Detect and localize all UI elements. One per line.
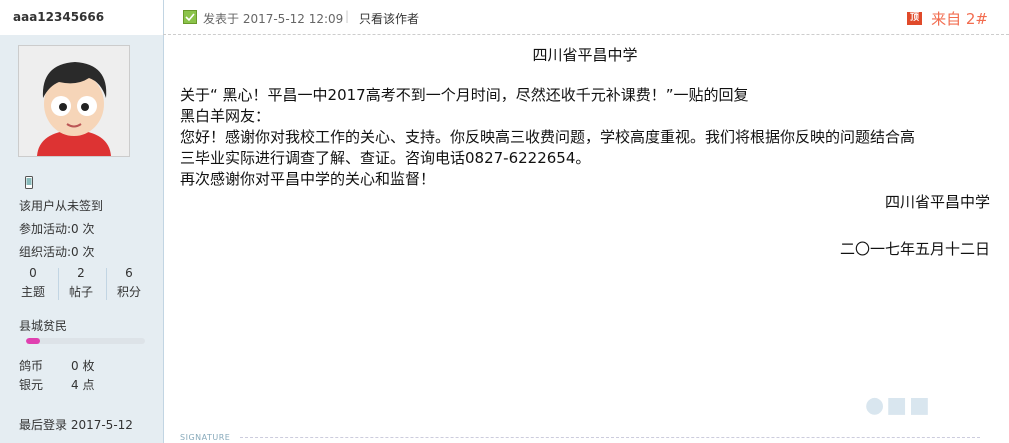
currency-value: 0 枚 <box>71 359 95 373</box>
rank-progress-bar <box>26 338 145 344</box>
currency-value: 4 点 <box>71 378 95 392</box>
checkin-status: 该用户从未签到 <box>19 199 104 213</box>
watermark-logo: ●■■ <box>865 393 932 418</box>
post-title: 四川省平昌中学 <box>532 46 638 64</box>
rank-progress-fill <box>26 338 41 344</box>
floor-number[interactable]: 来自 2# <box>931 8 988 29</box>
avatar-image <box>19 46 129 156</box>
stat-posts-label: 帖子 <box>68 285 93 299</box>
signature-org: 四川省平昌中学 <box>884 193 990 211</box>
signature-date: 二〇一七年五月十二日 <box>839 240 990 258</box>
avatar[interactable] <box>18 45 130 157</box>
only-author-link[interactable]: 只看该作者 <box>359 10 419 27</box>
separator: | <box>345 9 350 23</box>
post-line: 您好！感谢你对我校工作的关心、支持。你反映高三收费问题，学校高度重视。我们将根据… <box>180 128 916 146</box>
online-status-icon <box>183 10 197 24</box>
post-line: 关于“ 黑心！平昌一中2017高考不到一个月时间，尽然还收千元补课费！”一贴的回… <box>180 86 749 104</box>
hot-icon: 顶 <box>907 12 922 25</box>
username[interactable]: aaa12345666 <box>0 0 163 35</box>
activities-joined: 参加活动:0 次 <box>19 222 95 236</box>
stat-points-label: 积分 <box>116 285 141 299</box>
mobile-icon <box>25 176 33 189</box>
post-line: 三毕业实际进行调查了解、查证。咨询电话0827-6222654。 <box>180 149 591 167</box>
user-stats: 0 主题 2 帖子 6 积分 <box>10 264 150 302</box>
activities-organized: 组织活动:0 次 <box>19 245 95 259</box>
currency-row: 银元 4 点 <box>19 376 94 393</box>
post-line: 再次感谢你对平昌中学的关心和监督！ <box>180 170 436 188</box>
currency-label: 银元 <box>19 378 44 392</box>
stat-topics[interactable]: 0 主题 <box>10 264 56 302</box>
stat-posts[interactable]: 2 帖子 <box>58 264 104 302</box>
signature-label: SIGNATURE <box>180 433 231 442</box>
currency-row: 鸽币 0 枚 <box>19 357 94 374</box>
stat-points[interactable]: 6 积分 <box>106 264 152 302</box>
user-sidebar: aaa12345666 该用户从未签到 参加活动:0 次 组织活动:0 次 0 … <box>0 0 164 443</box>
currency-label: 鸽币 <box>19 359 44 373</box>
posted-time: 发表于 2017-5-12 12:09 <box>203 12 344 26</box>
post-line: 黑白羊网友： <box>180 107 271 125</box>
stat-posts-value: 2 <box>77 266 85 280</box>
stat-topics-value: 0 <box>29 266 37 280</box>
stat-topics-label: 主题 <box>20 285 45 299</box>
post-header: 发表于 2017-5-12 12:09 | 只看该作者 顶 来自 2# <box>163 0 1009 35</box>
rank-title[interactable]: 县城贫民 <box>19 317 67 334</box>
last-login: 最后登录 2017-5-12 <box>19 418 133 432</box>
post-content: 四川省平昌中学 关于“ 黑心！平昌一中2017高考不到一个月时间，尽然还收千元补… <box>180 45 990 260</box>
signature-divider <box>240 437 980 438</box>
stat-points-value: 6 <box>125 266 133 280</box>
